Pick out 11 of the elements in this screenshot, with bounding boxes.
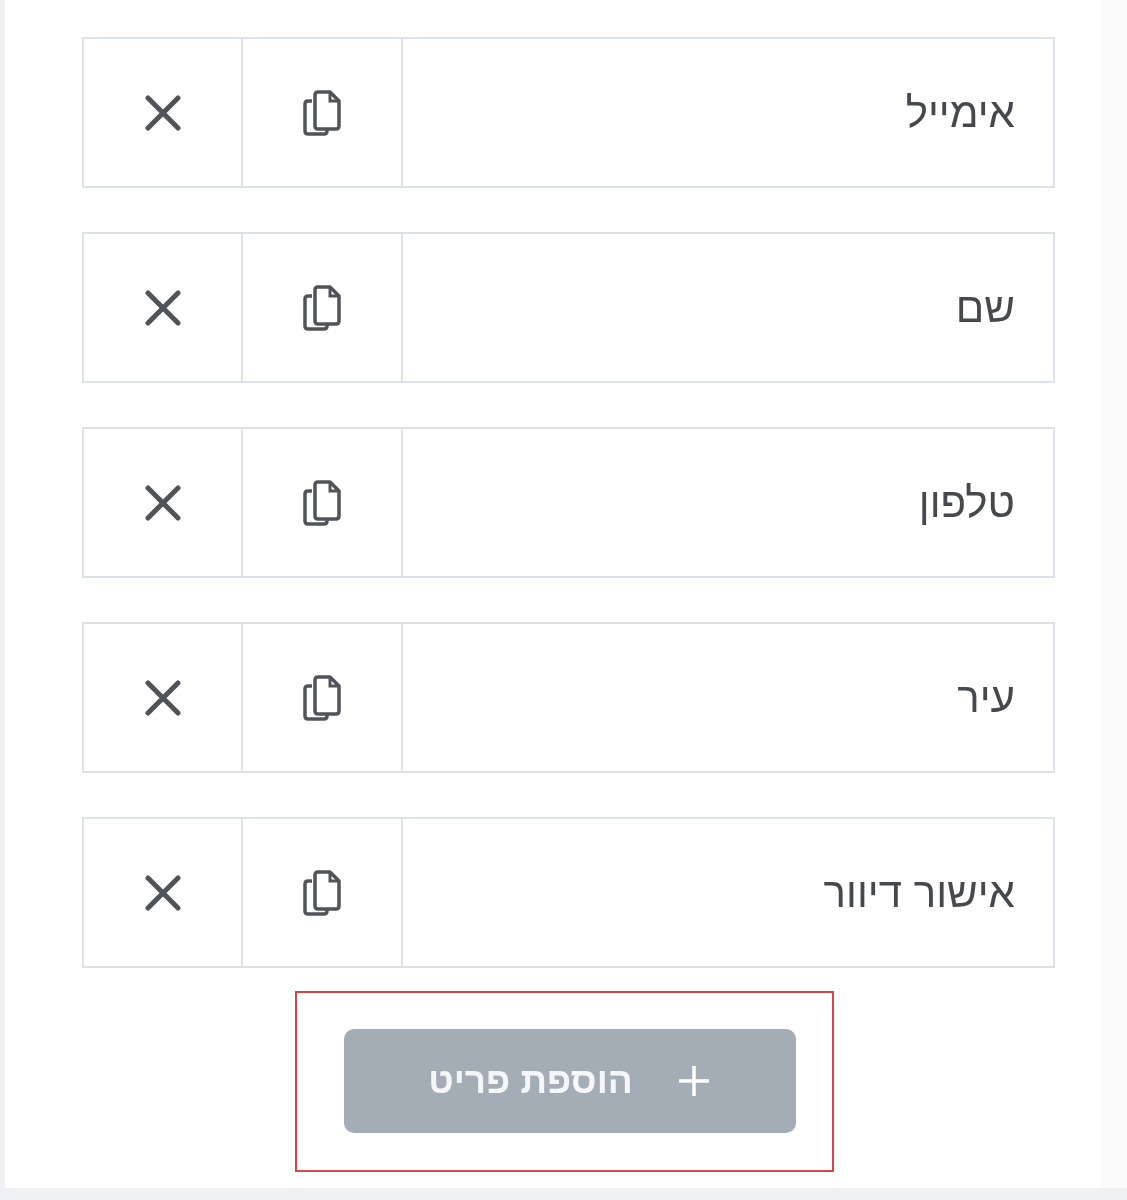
copy-icon [302,868,342,917]
close-icon [143,679,182,716]
close-icon [143,874,182,911]
copy-icon [302,88,342,137]
plus-icon [676,1064,711,1098]
copy-icon [302,283,342,332]
close-icon [143,94,182,131]
close-icon [143,484,182,521]
copy-icon [302,478,342,527]
copy-icon [302,673,342,722]
close-icon [143,289,182,326]
